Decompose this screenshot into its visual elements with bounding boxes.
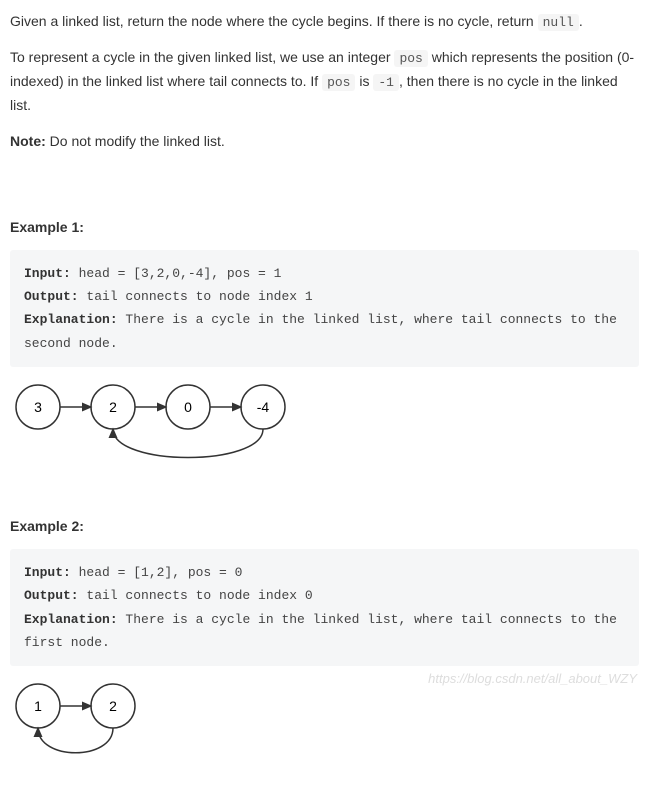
output-label: Output: [24,289,79,304]
watermark-text: https://blog.csdn.net/all_about_WZY [428,668,637,690]
code-pos: pos [322,74,355,91]
code-pos: pos [394,50,427,67]
example1-heading: Example 1: [10,216,639,240]
input-label: Input: [24,565,71,580]
example2-diagram: 1 2 [10,676,639,774]
input-label: Input: [24,266,71,281]
node-0: 0 [184,399,192,415]
input-text: head = [3,2,0,-4], pos = 1 [71,266,282,281]
explanation-label: Explanation: [24,612,118,627]
text: . [579,13,583,29]
text: Given a linked list, return the node whe… [10,13,538,29]
input-text: head = [1,2], pos = 0 [71,565,243,580]
note-text: Do not modify the linked list. [46,133,225,149]
example1-diagram: 3 2 0 -4 [10,377,639,485]
intro-paragraph-2: To represent a cycle in the given linked… [10,46,639,118]
explanation-label: Explanation: [24,312,118,327]
example2-block: Input: head = [1,2], pos = 0 Output: tai… [10,549,639,667]
text: To represent a cycle in the given linked… [10,49,394,65]
code-neg1: -1 [373,74,399,91]
code-null: null [538,14,579,31]
node-2: 2 [109,698,117,714]
example2-heading: Example 2: [10,515,639,539]
intro-paragraph-1: Given a linked list, return the node whe… [10,10,639,34]
note-label: Note: [10,133,46,149]
example1-block: Input: head = [3,2,0,-4], pos = 1 Output… [10,250,639,368]
node-1: 1 [34,698,42,714]
text: is [355,73,373,89]
note-paragraph: Note: Do not modify the linked list. [10,130,639,154]
node-2: 2 [109,399,117,415]
node-neg4: -4 [257,399,270,415]
output-text: tail connects to node index 0 [79,588,313,603]
output-text: tail connects to node index 1 [79,289,313,304]
output-label: Output: [24,588,79,603]
node-3: 3 [34,399,42,415]
